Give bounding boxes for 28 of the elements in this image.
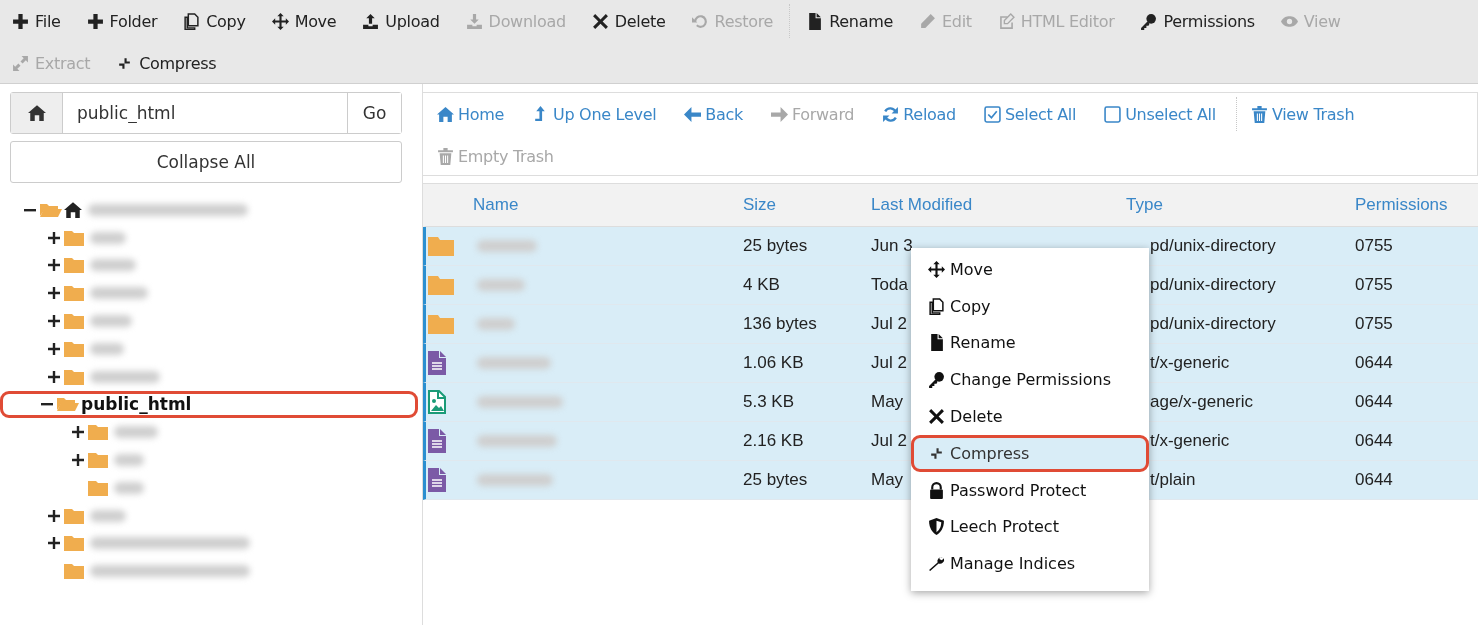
table-cell: 0755: [1355, 275, 1393, 295]
table-cell: 25 bytes: [743, 236, 808, 256]
table-cell: May: [871, 392, 904, 412]
table-cell: 1.06 KB: [743, 353, 804, 373]
table-cell: 0644: [1355, 353, 1393, 373]
table-cell: age/x-generic: [1150, 392, 1253, 412]
table-cell: Jul 2: [871, 431, 907, 451]
table-cell: t/plain: [1150, 470, 1196, 490]
table-cell: 4 KB: [743, 275, 780, 295]
table-cell: 5.3 KB: [743, 392, 795, 412]
table-cell: Jul 2: [871, 353, 907, 373]
table-cell: t/x-generic: [1150, 353, 1230, 373]
table-cell: Jun 3: [871, 236, 913, 256]
table-cell: 0755: [1355, 236, 1393, 256]
table-cell: 0644: [1355, 431, 1393, 451]
table-cell: pd/unix-directory: [1150, 314, 1276, 334]
table-cell: 136 bytes: [743, 314, 817, 334]
table-cell: 2.16 KB: [743, 431, 804, 451]
table-cell: 0644: [1355, 392, 1393, 412]
table-cell: t/x-generic: [1150, 431, 1230, 451]
table-cell: May: [871, 470, 904, 490]
table-cell: pd/unix-directory: [1150, 275, 1276, 295]
table-cell: 0755: [1355, 314, 1393, 334]
table-cell: 0644: [1355, 470, 1393, 490]
table-cell: pd/unix-directory: [1150, 236, 1276, 256]
table-cell: 25 bytes: [743, 470, 808, 490]
table-cell: Jul 2: [871, 314, 907, 334]
table-cell: Toda: [871, 275, 908, 295]
